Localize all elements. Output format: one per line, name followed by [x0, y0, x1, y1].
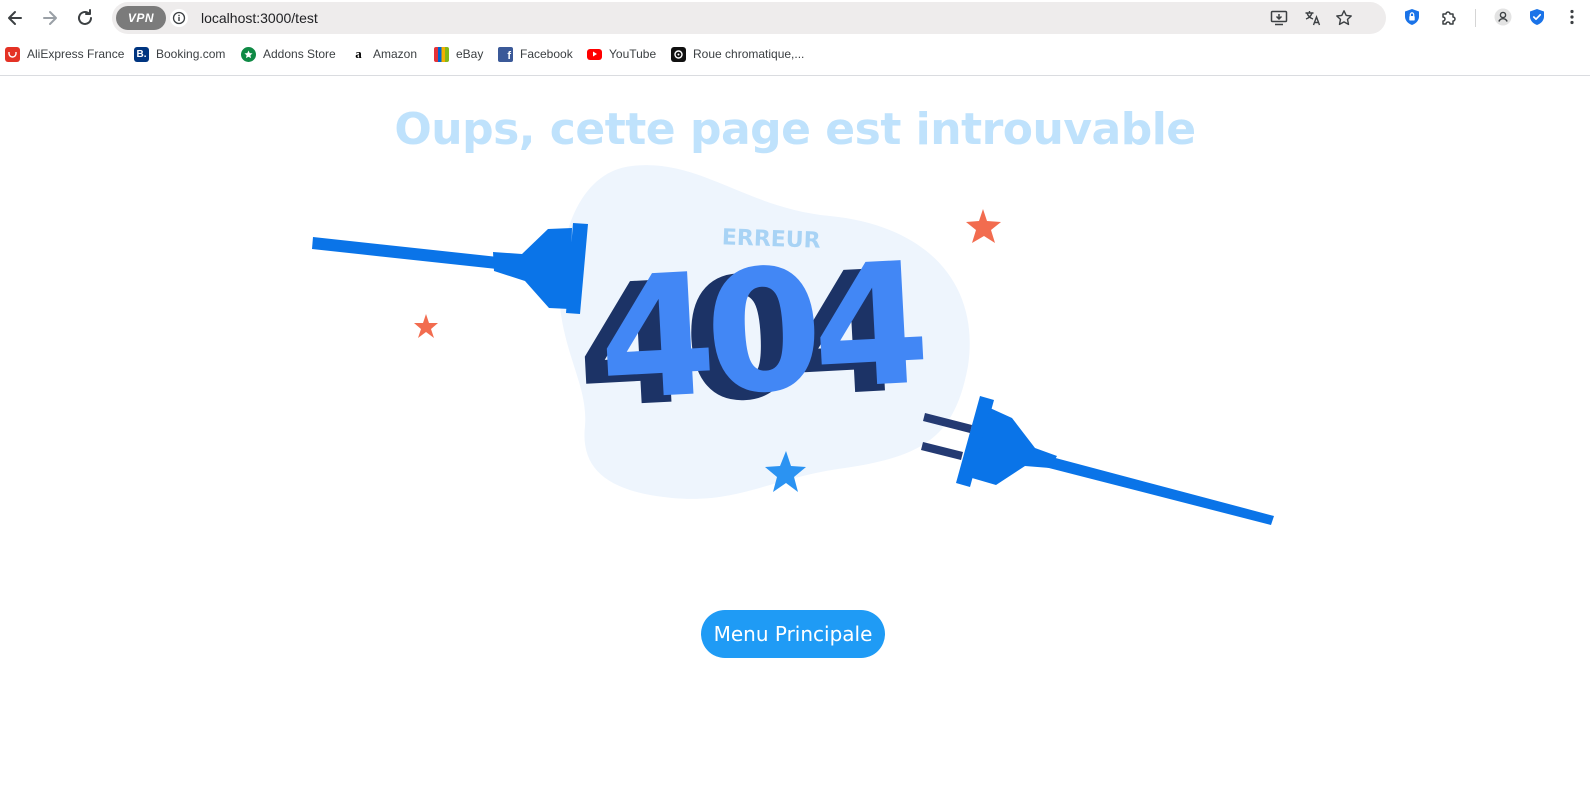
bookmarks-bar: AliExpress France B. Booking.com Addons …	[0, 40, 1590, 68]
bookmark-label: Roue chromatique,...	[693, 47, 805, 61]
bookmark-label: YouTube	[609, 47, 657, 61]
not-found-page: Oups, cette page est introuvable ERREUR …	[0, 76, 1590, 798]
error-code: 404	[594, 226, 928, 439]
bookmark-youtube[interactable]: YouTube	[587, 45, 656, 63]
extensions-puzzle-icon[interactable]	[1439, 7, 1459, 27]
orange-star-top-icon	[966, 209, 1001, 243]
bookmark-label: Amazon	[373, 47, 418, 61]
forward-arrow-icon	[43, 11, 57, 25]
bookmark-label: eBay	[456, 47, 484, 61]
facebook-icon: f	[498, 46, 513, 62]
site-info-icon[interactable]	[170, 9, 188, 27]
bookmark-label: AliExpress France	[27, 47, 125, 61]
youtube-icon	[587, 48, 602, 60]
bookmark-label: Booking.com	[156, 47, 226, 61]
amazon-icon: a	[351, 46, 366, 62]
reload-button[interactable]	[72, 5, 98, 31]
menu-kebab-icon[interactable]	[1562, 7, 1582, 27]
bookmark-aliexpress[interactable]: AliExpress France	[5, 45, 124, 63]
bookmark-label: Addons Store	[263, 47, 336, 61]
bookmark-amazon[interactable]: a Amazon	[351, 45, 417, 63]
address-bar[interactable]: VPN localhost:3000/test	[112, 2, 1386, 34]
url-text[interactable]: localhost:3000/test	[201, 10, 318, 26]
booking-icon: B.	[134, 46, 149, 62]
forward-button[interactable]	[37, 5, 63, 31]
left-plug-icon	[312, 223, 588, 314]
bookmark-star-icon[interactable]	[1334, 8, 1354, 28]
vpn-toggle[interactable]: VPN	[116, 6, 166, 30]
aliexpress-icon	[5, 46, 20, 62]
install-app-icon[interactable]	[1269, 8, 1289, 28]
toolbar-separator	[1475, 9, 1476, 27]
back-button[interactable]	[2, 5, 28, 31]
browser-toolbar: VPN localhost:3000/test	[0, 0, 1590, 36]
right-plug-icon	[921, 396, 1274, 525]
bookmark-booking[interactable]: B. Booking.com	[134, 45, 225, 63]
bookmark-facebook[interactable]: f Facebook	[498, 45, 573, 63]
error-404-illustration: ERREUR 404 404	[312, 165, 1274, 525]
main-menu-button[interactable]: Menu Principale	[701, 610, 885, 658]
bookmark-label: Facebook	[520, 47, 573, 61]
vpn-shield-extension-icon[interactable]	[1402, 7, 1422, 27]
security-shield-icon[interactable]	[1527, 7, 1547, 27]
bookmark-ebay[interactable]: eBay	[434, 45, 483, 63]
addons-icon	[241, 46, 256, 62]
back-arrow-icon	[8, 11, 22, 25]
orange-star-left-icon	[414, 314, 438, 338]
ebay-icon	[434, 46, 449, 62]
profile-avatar-icon[interactable]	[1493, 7, 1513, 27]
bookmark-addons-store[interactable]: Addons Store	[241, 45, 336, 63]
color-wheel-icon	[671, 46, 686, 62]
reload-icon	[78, 9, 92, 25]
bookmark-color-wheel[interactable]: Roue chromatique,...	[671, 45, 804, 63]
translate-icon[interactable]	[1303, 8, 1323, 28]
